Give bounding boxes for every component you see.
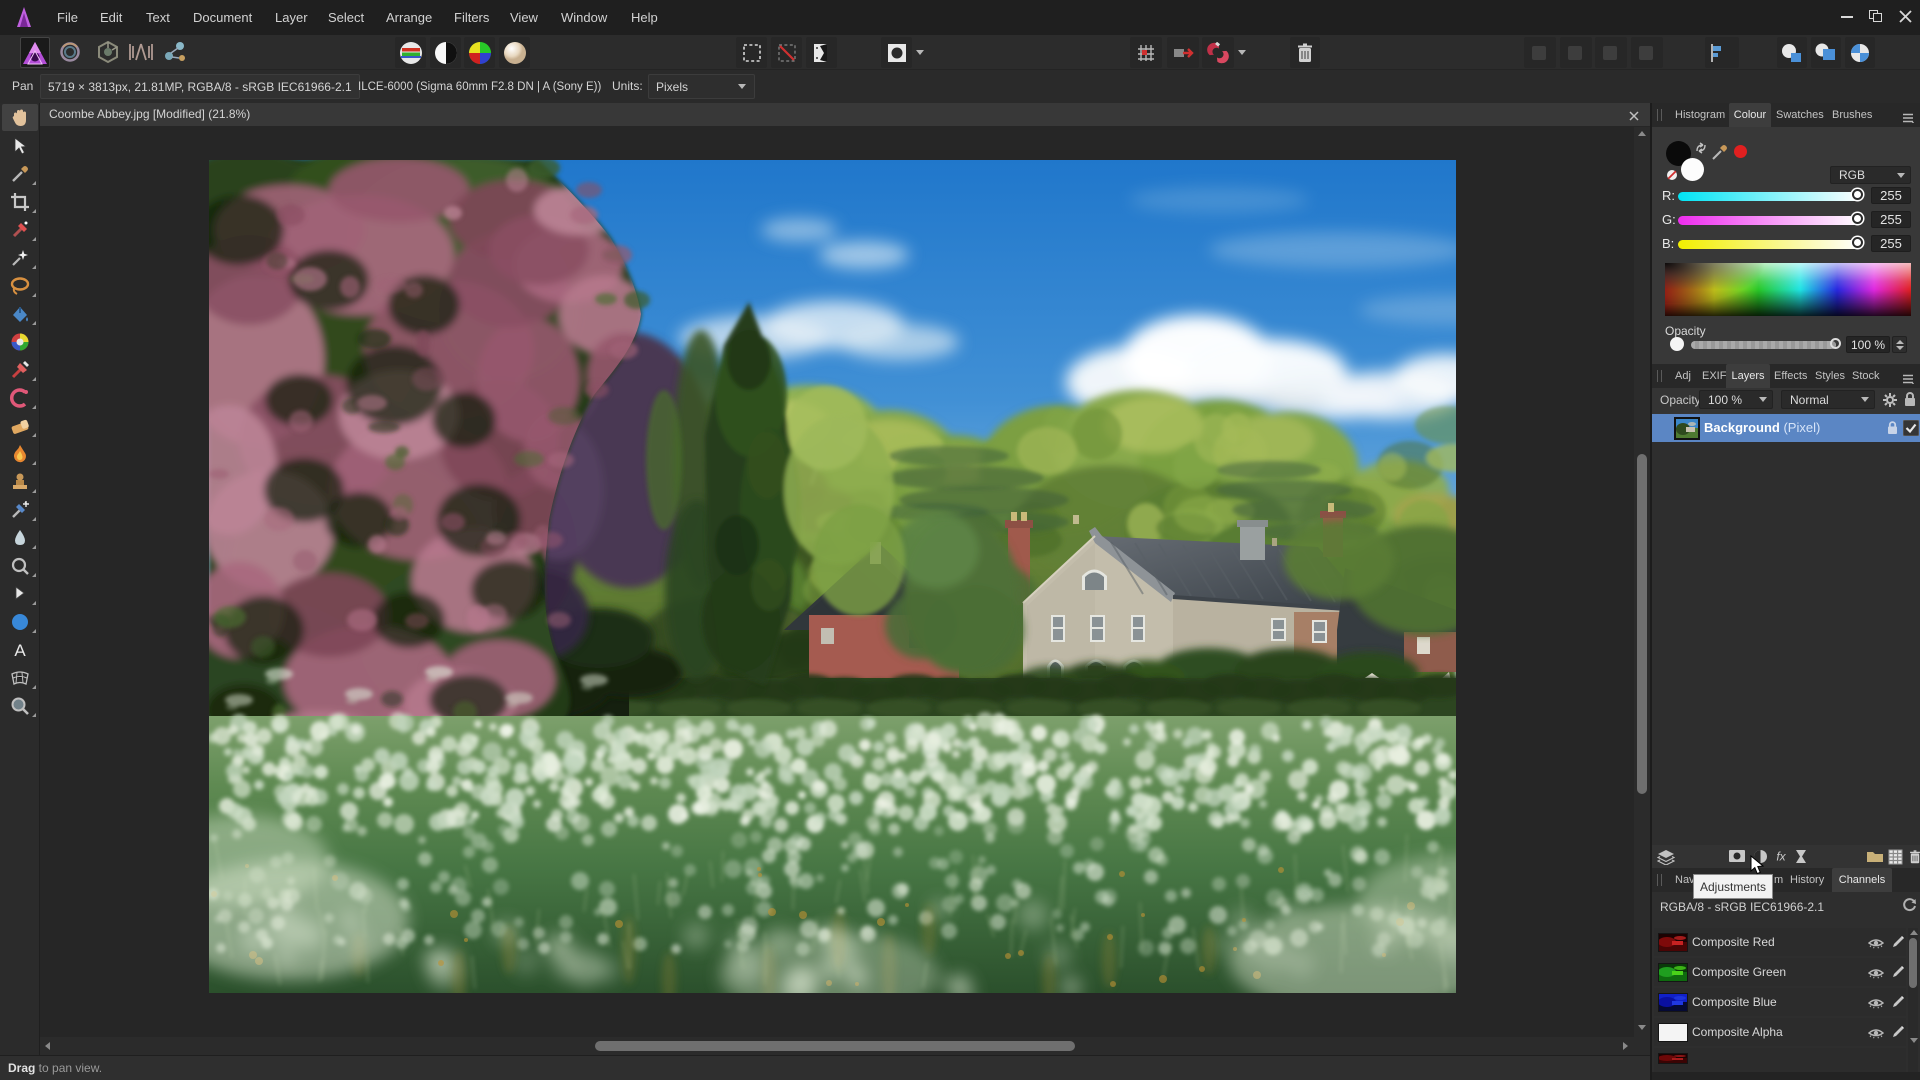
svg-text:fx: fx xyxy=(1776,850,1786,864)
svg-text:A: A xyxy=(14,641,26,660)
